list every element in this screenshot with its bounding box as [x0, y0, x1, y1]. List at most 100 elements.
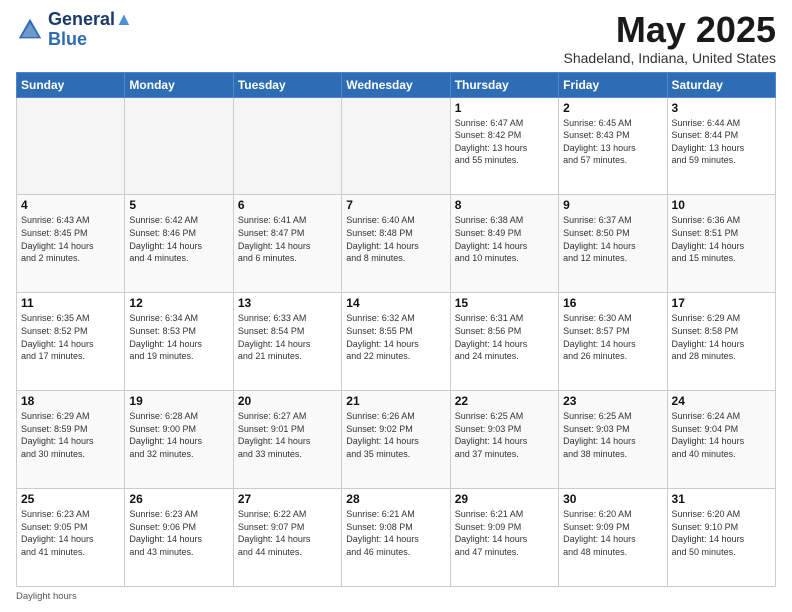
calendar-cell: 5 Sunrise: 6:42 AM Sunset: 8:46 PM Daylig… — [125, 195, 233, 293]
logo: General▲ Blue — [16, 10, 133, 50]
calendar-cell: 3 Sunrise: 6:44 AM Sunset: 8:44 PM Daylig… — [667, 97, 775, 195]
day-info: Sunrise: 6:45 AM Sunset: 8:43 PM Dayligh… — [563, 117, 662, 167]
calendar-header-saturday: Saturday — [667, 72, 775, 97]
day-number: 31 — [672, 492, 771, 506]
day-number: 26 — [129, 492, 228, 506]
day-number: 1 — [455, 101, 554, 115]
calendar-header-sunday: Sunday — [17, 72, 125, 97]
calendar-cell: 17 Sunrise: 6:29 AM Sunset: 8:58 PM Dayli… — [667, 293, 775, 391]
calendar-cell: 28Sunrise: 6:21 AM Sunset: 9:08 PM Dayli… — [342, 489, 450, 587]
day-number: 27 — [238, 492, 337, 506]
calendar-cell: 21 Sunrise: 6:26 AM Sunset: 9:02 PM Dayli… — [342, 391, 450, 489]
day-number: 12 — [129, 296, 228, 310]
day-number: 22 — [455, 394, 554, 408]
day-info: Sunrise: 6:41 AM Sunset: 8:47 PM Dayligh… — [238, 214, 337, 264]
day-number: 23 — [563, 394, 662, 408]
day-number: 11 — [21, 296, 120, 310]
day-info: Sunrise: 6:44 AM Sunset: 8:44 PM Dayligh… — [672, 117, 771, 167]
day-info: Sunrise: 6:31 AM Sunset: 8:56 PM Dayligh… — [455, 312, 554, 362]
logo-icon — [16, 16, 44, 44]
calendar-cell: 15 Sunrise: 6:31 AM Sunset: 8:56 PM Dayli… — [450, 293, 558, 391]
calendar-cell: 1 Sunrise: 6:47 AM Sunset: 8:42 PM Daylig… — [450, 97, 558, 195]
day-number: 25 — [21, 492, 120, 506]
day-number: 15 — [455, 296, 554, 310]
calendar-cell: 12Sunrise: 6:34 AM Sunset: 8:53 PM Dayli… — [125, 293, 233, 391]
calendar-cell: 29 Sunrise: 6:21 AM Sunset: 9:09 PM Dayli… — [450, 489, 558, 587]
day-info: Sunrise: 6:28 AM Sunset: 9:00 PM Dayligh… — [129, 410, 228, 460]
calendar-cell: 8Sunrise: 6:38 AM Sunset: 8:49 PM Daylig… — [450, 195, 558, 293]
day-info: Sunrise: 6:47 AM Sunset: 8:42 PM Dayligh… — [455, 117, 554, 167]
day-info: Sunrise: 6:21 AM Sunset: 9:09 PM Dayligh… — [455, 508, 554, 558]
calendar-week-5: 25Sunrise: 6:23 AM Sunset: 9:05 PM Dayli… — [17, 489, 776, 587]
day-info: Sunrise: 6:40 AM Sunset: 8:48 PM Dayligh… — [346, 214, 445, 264]
day-info: Sunrise: 6:23 AM Sunset: 9:06 PM Dayligh… — [129, 508, 228, 558]
calendar-cell: 6 Sunrise: 6:41 AM Sunset: 8:47 PM Daylig… — [233, 195, 341, 293]
day-info: Sunrise: 6:29 AM Sunset: 8:58 PM Dayligh… — [672, 312, 771, 362]
footer: Daylight hours — [16, 591, 776, 602]
day-info: Sunrise: 6:42 AM Sunset: 8:46 PM Dayligh… — [129, 214, 228, 264]
day-number: 2 — [563, 101, 662, 115]
day-number: 8 — [455, 198, 554, 212]
day-number: 10 — [672, 198, 771, 212]
calendar-cell: 27 Sunrise: 6:22 AM Sunset: 9:07 PM Dayli… — [233, 489, 341, 587]
calendar-table: SundayMondayTuesdayWednesdayThursdayFrid… — [16, 72, 776, 587]
day-info: Sunrise: 6:29 AM Sunset: 8:59 PM Dayligh… — [21, 410, 120, 460]
calendar-week-1: 1 Sunrise: 6:47 AM Sunset: 8:42 PM Daylig… — [17, 97, 776, 195]
calendar-cell: 16 Sunrise: 6:30 AM Sunset: 8:57 PM Dayli… — [559, 293, 667, 391]
calendar-cell: 23 Sunrise: 6:25 AM Sunset: 9:03 PM Dayli… — [559, 391, 667, 489]
calendar-cell: 2 Sunrise: 6:45 AM Sunset: 8:43 PM Daylig… — [559, 97, 667, 195]
day-number: 20 — [238, 394, 337, 408]
header: General▲ Blue May 2025 Shadeland, Indian… — [16, 10, 776, 66]
day-info: Sunrise: 6:20 AM Sunset: 9:10 PM Dayligh… — [672, 508, 771, 558]
day-number: 6 — [238, 198, 337, 212]
calendar-cell: 26 Sunrise: 6:23 AM Sunset: 9:06 PM Dayli… — [125, 489, 233, 587]
day-info: Sunrise: 6:25 AM Sunset: 9:03 PM Dayligh… — [455, 410, 554, 460]
calendar-header-row: SundayMondayTuesdayWednesdayThursdayFrid… — [17, 72, 776, 97]
day-info: Sunrise: 6:22 AM Sunset: 9:07 PM Dayligh… — [238, 508, 337, 558]
day-info: Sunrise: 6:27 AM Sunset: 9:01 PM Dayligh… — [238, 410, 337, 460]
day-info: Sunrise: 6:35 AM Sunset: 8:52 PM Dayligh… — [21, 312, 120, 362]
day-number: 29 — [455, 492, 554, 506]
day-number: 4 — [21, 198, 120, 212]
calendar-cell: 25Sunrise: 6:23 AM Sunset: 9:05 PM Dayli… — [17, 489, 125, 587]
day-number: 14 — [346, 296, 445, 310]
day-number: 9 — [563, 198, 662, 212]
calendar-cell — [342, 97, 450, 195]
calendar-cell: 7 Sunrise: 6:40 AM Sunset: 8:48 PM Daylig… — [342, 195, 450, 293]
calendar-cell: 30Sunrise: 6:20 AM Sunset: 9:09 PM Dayli… — [559, 489, 667, 587]
calendar-header-wednesday: Wednesday — [342, 72, 450, 97]
day-info: Sunrise: 6:30 AM Sunset: 8:57 PM Dayligh… — [563, 312, 662, 362]
calendar-cell: 22 Sunrise: 6:25 AM Sunset: 9:03 PM Dayli… — [450, 391, 558, 489]
calendar-cell: 20 Sunrise: 6:27 AM Sunset: 9:01 PM Dayli… — [233, 391, 341, 489]
day-number: 5 — [129, 198, 228, 212]
calendar-cell: 31 Sunrise: 6:20 AM Sunset: 9:10 PM Dayli… — [667, 489, 775, 587]
day-number: 13 — [238, 296, 337, 310]
day-number: 17 — [672, 296, 771, 310]
day-info: Sunrise: 6:26 AM Sunset: 9:02 PM Dayligh… — [346, 410, 445, 460]
calendar-cell: 13 Sunrise: 6:33 AM Sunset: 8:54 PM Dayli… — [233, 293, 341, 391]
day-number: 7 — [346, 198, 445, 212]
calendar-cell: 19 Sunrise: 6:28 AM Sunset: 9:00 PM Dayli… — [125, 391, 233, 489]
footer-text: Daylight hours — [16, 591, 77, 602]
day-number: 18 — [21, 394, 120, 408]
day-info: Sunrise: 6:33 AM Sunset: 8:54 PM Dayligh… — [238, 312, 337, 362]
day-number: 16 — [563, 296, 662, 310]
calendar-week-4: 18 Sunrise: 6:29 AM Sunset: 8:59 PM Dayli… — [17, 391, 776, 489]
calendar-header-tuesday: Tuesday — [233, 72, 341, 97]
day-info: Sunrise: 6:21 AM Sunset: 9:08 PM Dayligh… — [346, 508, 445, 558]
calendar-cell: 24Sunrise: 6:24 AM Sunset: 9:04 PM Dayli… — [667, 391, 775, 489]
day-number: 3 — [672, 101, 771, 115]
day-info: Sunrise: 6:25 AM Sunset: 9:03 PM Dayligh… — [563, 410, 662, 460]
day-number: 21 — [346, 394, 445, 408]
title-block: May 2025 Shadeland, Indiana, United Stat… — [564, 10, 777, 66]
calendar-cell: 4Sunrise: 6:43 AM Sunset: 8:45 PM Daylig… — [17, 195, 125, 293]
day-info: Sunrise: 6:32 AM Sunset: 8:55 PM Dayligh… — [346, 312, 445, 362]
day-number: 19 — [129, 394, 228, 408]
calendar-cell: 14 Sunrise: 6:32 AM Sunset: 8:55 PM Dayli… — [342, 293, 450, 391]
day-number: 24 — [672, 394, 771, 408]
day-info: Sunrise: 6:36 AM Sunset: 8:51 PM Dayligh… — [672, 214, 771, 264]
calendar-week-3: 11 Sunrise: 6:35 AM Sunset: 8:52 PM Dayli… — [17, 293, 776, 391]
calendar-cell — [125, 97, 233, 195]
calendar-cell — [17, 97, 125, 195]
calendar-header-monday: Monday — [125, 72, 233, 97]
